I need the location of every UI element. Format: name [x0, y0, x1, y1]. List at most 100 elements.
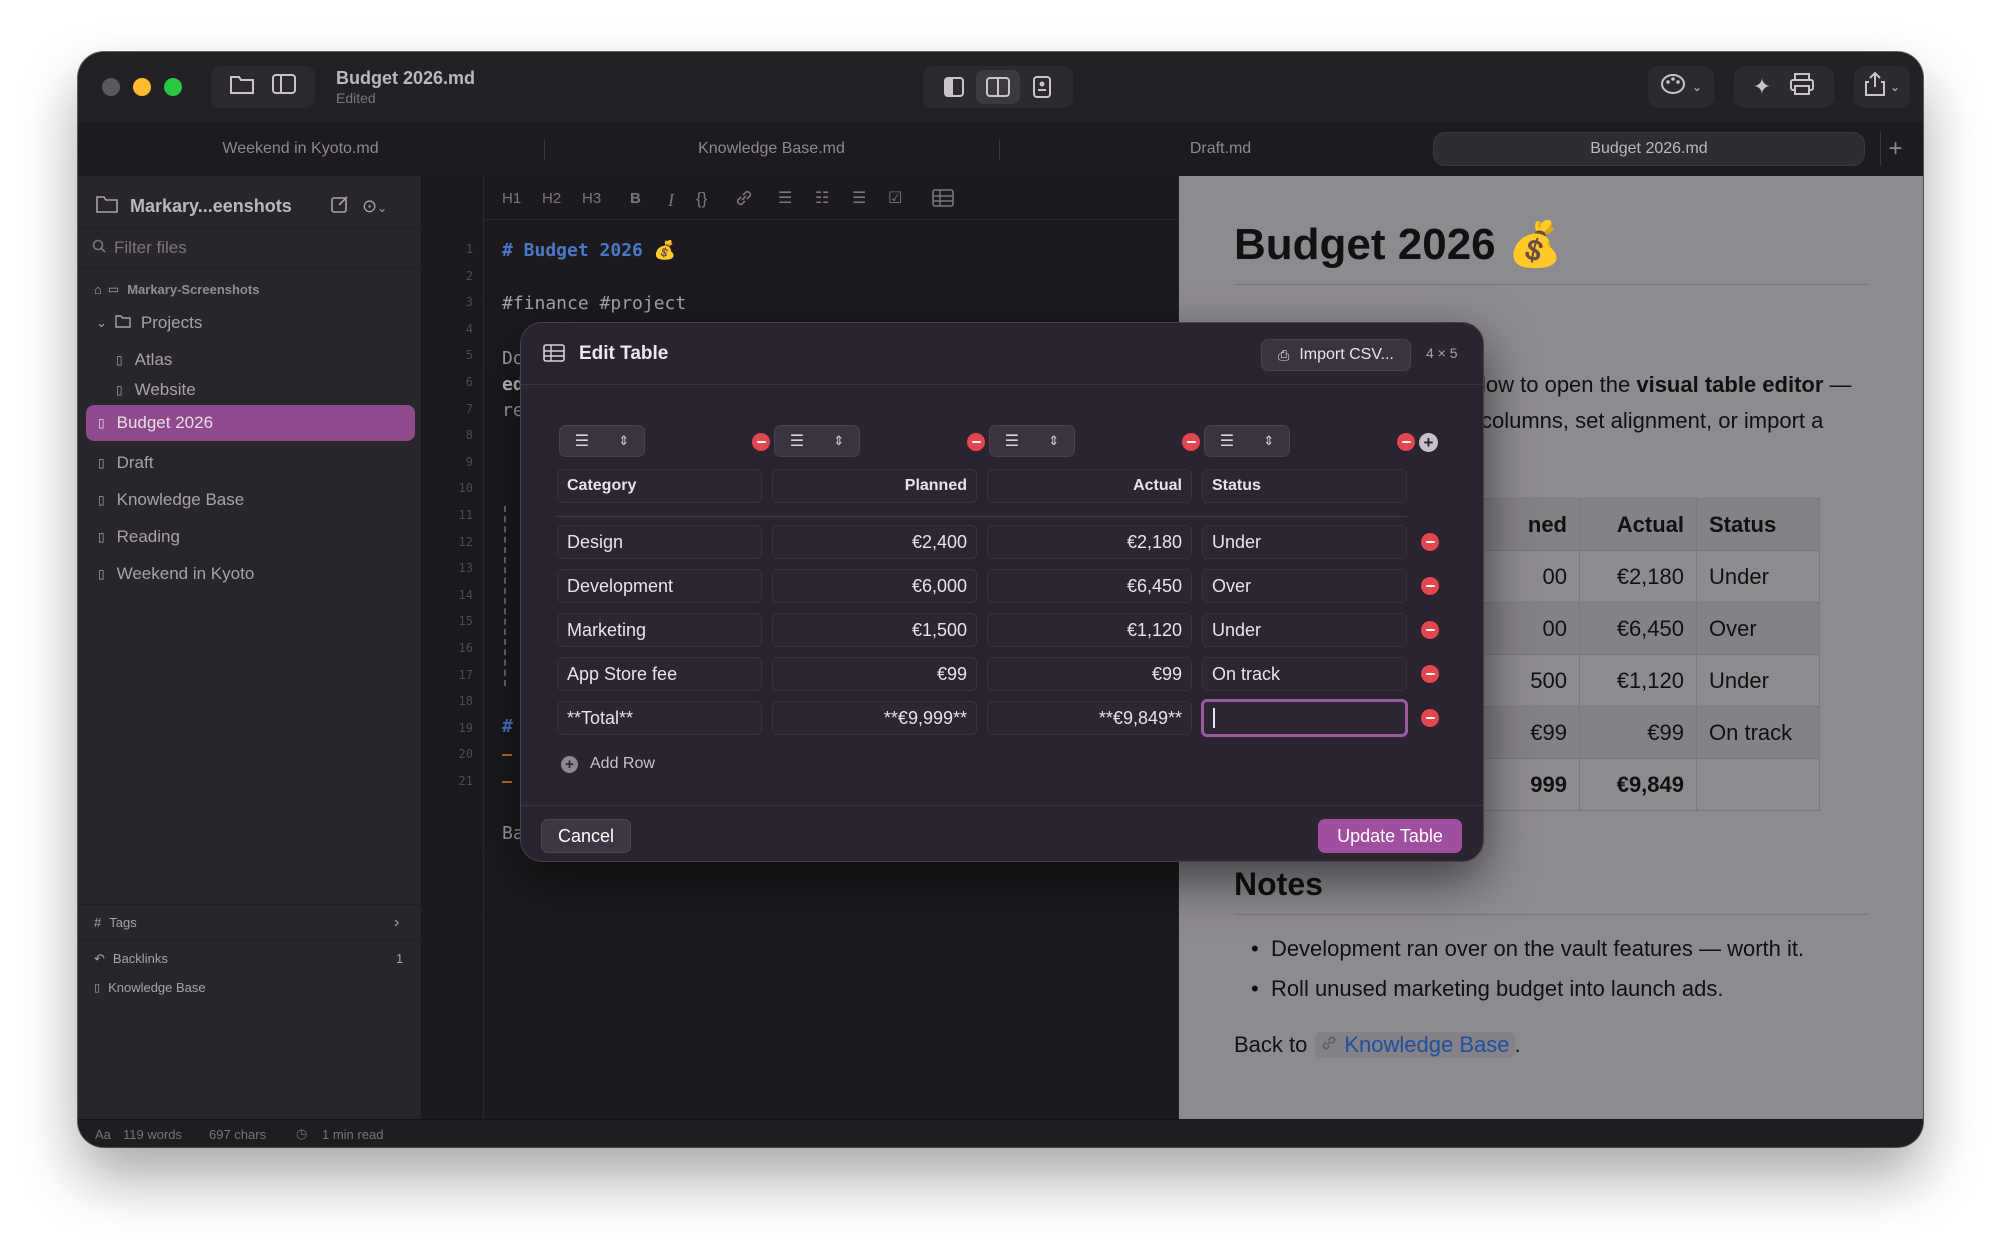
sidebar-item-knowledge-base[interactable]: ▯ Knowledge Base — [78, 484, 422, 516]
cell-input[interactable]: Marketing — [557, 613, 762, 647]
delete-row-button[interactable] — [1421, 709, 1439, 727]
cell-input[interactable]: App Store fee — [557, 657, 762, 691]
italic-button[interactable]: I — [668, 190, 674, 211]
sparkle-icon[interactable]: ✦ — [1753, 74, 1771, 100]
cell-input[interactable]: Development — [557, 569, 762, 603]
backlinks-section[interactable]: ↶ Backlinks 1 — [78, 940, 422, 976]
vault-header: Markary...eenshots ⊙⌄ — [78, 190, 422, 222]
code-button[interactable]: {} — [696, 189, 707, 209]
tab-draft[interactable]: Draft.md — [999, 132, 1442, 166]
new-note-icon[interactable] — [330, 194, 350, 219]
preview-only-icon[interactable] — [1020, 75, 1064, 99]
filter-files-input[interactable]: Filter files — [114, 238, 187, 258]
preview-td: €99 — [1469, 706, 1580, 759]
ai-sparkle-group: ✦ — [1734, 66, 1834, 108]
cell-input[interactable]: Under — [1202, 525, 1407, 559]
cell-input[interactable]: Design — [557, 525, 762, 559]
wiki-link[interactable]: Knowledge Base — [1315, 1032, 1515, 1058]
share-menu-button[interactable]: ⌄ — [1854, 66, 1910, 108]
tab-budget-2026[interactable]: Budget 2026.md — [1433, 132, 1865, 166]
sidebar-item-atlas[interactable]: ▯ Atlas — [78, 344, 422, 376]
theme-menu-button[interactable]: ⌄ — [1648, 66, 1714, 108]
delete-column-4-button[interactable] — [1397, 433, 1415, 451]
cell-input[interactable]: €2,400 — [772, 525, 977, 559]
h1-button[interactable]: H1 — [502, 190, 521, 207]
new-tab-plus-icon[interactable]: + — [1880, 132, 1910, 166]
folder-projects[interactable]: ⌄ Projects — [78, 307, 422, 339]
vault-root-label: Markary-Screenshots — [127, 281, 260, 297]
numbered-list-icon[interactable]: ☰ — [852, 188, 866, 208]
minimize-button[interactable] — [133, 78, 151, 96]
add-column-plus-icon[interactable]: + — [1419, 433, 1438, 452]
tags-section[interactable]: # Tags › — [78, 904, 422, 940]
cell-input[interactable]: **€9,999** — [772, 701, 977, 735]
delete-row-button[interactable] — [1421, 665, 1439, 683]
cancel-button[interactable]: Cancel — [541, 819, 631, 853]
table-icon[interactable] — [932, 188, 954, 212]
import-csv-button[interactable]: ⎙ Import CSV... — [1261, 339, 1411, 371]
header-cell-category[interactable]: Category — [557, 469, 762, 503]
zoom-button[interactable] — [164, 78, 182, 96]
sidebar-item-reading[interactable]: ▯ Reading — [78, 521, 422, 553]
preview-paragraph-bold: visual table editor — [1636, 372, 1824, 397]
delete-column-1-button[interactable] — [752, 433, 770, 451]
update-table-button[interactable]: Update Table — [1318, 819, 1462, 853]
delete-row-button[interactable] — [1421, 577, 1439, 595]
sidebar-toggle-icon[interactable] — [271, 73, 297, 101]
header-cell-planned[interactable]: Planned — [772, 469, 977, 503]
cell-input[interactable]: **€9,849** — [987, 701, 1192, 735]
cell-input[interactable]: €6,450 — [987, 569, 1192, 603]
more-options-icon[interactable]: ⊙⌄ — [362, 196, 387, 217]
editor-only-icon[interactable] — [932, 76, 976, 98]
add-row-button[interactable]: + Add Row — [561, 751, 655, 777]
h3-button[interactable]: H3 — [582, 190, 601, 207]
column-1-alignment-select[interactable]: ☰ ⇕ — [559, 425, 645, 457]
sidebar-item-weekend-in-kyoto[interactable]: ▯ Weekend in Kyoto — [78, 558, 422, 590]
delete-column-3-button[interactable] — [1182, 433, 1200, 451]
line-number: 19 — [458, 720, 473, 735]
quote-icon[interactable]: ☰ — [778, 188, 792, 208]
sidebar-item-draft[interactable]: ▯ Draft — [78, 447, 422, 479]
cell-input[interactable]: **Total** — [557, 701, 762, 735]
close-button[interactable] — [102, 78, 120, 96]
cell-input[interactable]: €6,000 — [772, 569, 977, 603]
cell-input[interactable]: €99 — [772, 657, 977, 691]
column-3-alignment-select[interactable]: ☰ ⇕ — [989, 425, 1075, 457]
add-row-plus-icon: + — [561, 755, 578, 773]
delete-row-button[interactable] — [1421, 621, 1439, 639]
cell-input[interactable]: €1,120 — [987, 613, 1192, 647]
bullet-list-icon[interactable]: ☷ — [815, 188, 829, 208]
cell-input[interactable]: Over — [1202, 569, 1407, 603]
header-cell-actual[interactable]: Actual — [987, 469, 1192, 503]
vault-name[interactable]: Markary...eenshots — [130, 196, 292, 217]
cell-input[interactable]: Under — [1202, 613, 1407, 647]
code-line-16: # — [502, 716, 513, 737]
backlink-item[interactable]: ▯ Knowledge Base — [78, 974, 422, 1000]
checklist-icon[interactable]: ☑ — [888, 188, 902, 208]
cell-input[interactable]: €1,500 — [772, 613, 977, 647]
align-right-icon: ☰ — [789, 433, 805, 450]
delete-row-button[interactable] — [1421, 533, 1439, 551]
font-size-icon[interactable]: Aa — [95, 1127, 111, 1142]
column-4-alignment-select[interactable]: ☰ ⇕ — [1204, 425, 1290, 457]
cell-input[interactable]: €2,180 — [987, 525, 1192, 559]
cell-input[interactable]: €99 — [987, 657, 1192, 691]
header-cell-status[interactable]: Status — [1202, 469, 1407, 503]
bold-button[interactable]: B — [630, 190, 641, 207]
link-icon[interactable] — [734, 188, 754, 212]
filter-files[interactable]: Filter files — [78, 228, 422, 268]
preview-td: 00 — [1469, 602, 1580, 655]
tab-weekend-in-kyoto[interactable]: Weekend in Kyoto.md — [88, 132, 513, 166]
h2-button[interactable]: H2 — [542, 190, 561, 207]
cell-input[interactable]: On track — [1202, 657, 1407, 691]
folder-icon[interactable] — [229, 73, 255, 101]
focused-cell-input[interactable] — [1201, 699, 1408, 737]
sidebar-item-budget-2026[interactable]: ▯ Budget 2026 — [86, 405, 415, 441]
delete-column-2-button[interactable] — [967, 433, 985, 451]
sidebar-item-website[interactable]: ▯ Website — [78, 374, 422, 406]
print-icon[interactable] — [1789, 72, 1815, 102]
column-2-alignment-select[interactable]: ☰ ⇕ — [774, 425, 860, 457]
tab-knowledge-base[interactable]: Knowledge Base.md — [544, 132, 999, 166]
split-view-icon[interactable] — [976, 70, 1020, 104]
vault-root[interactable]: ⌂ ▭ Markary-Screenshots — [78, 276, 422, 302]
